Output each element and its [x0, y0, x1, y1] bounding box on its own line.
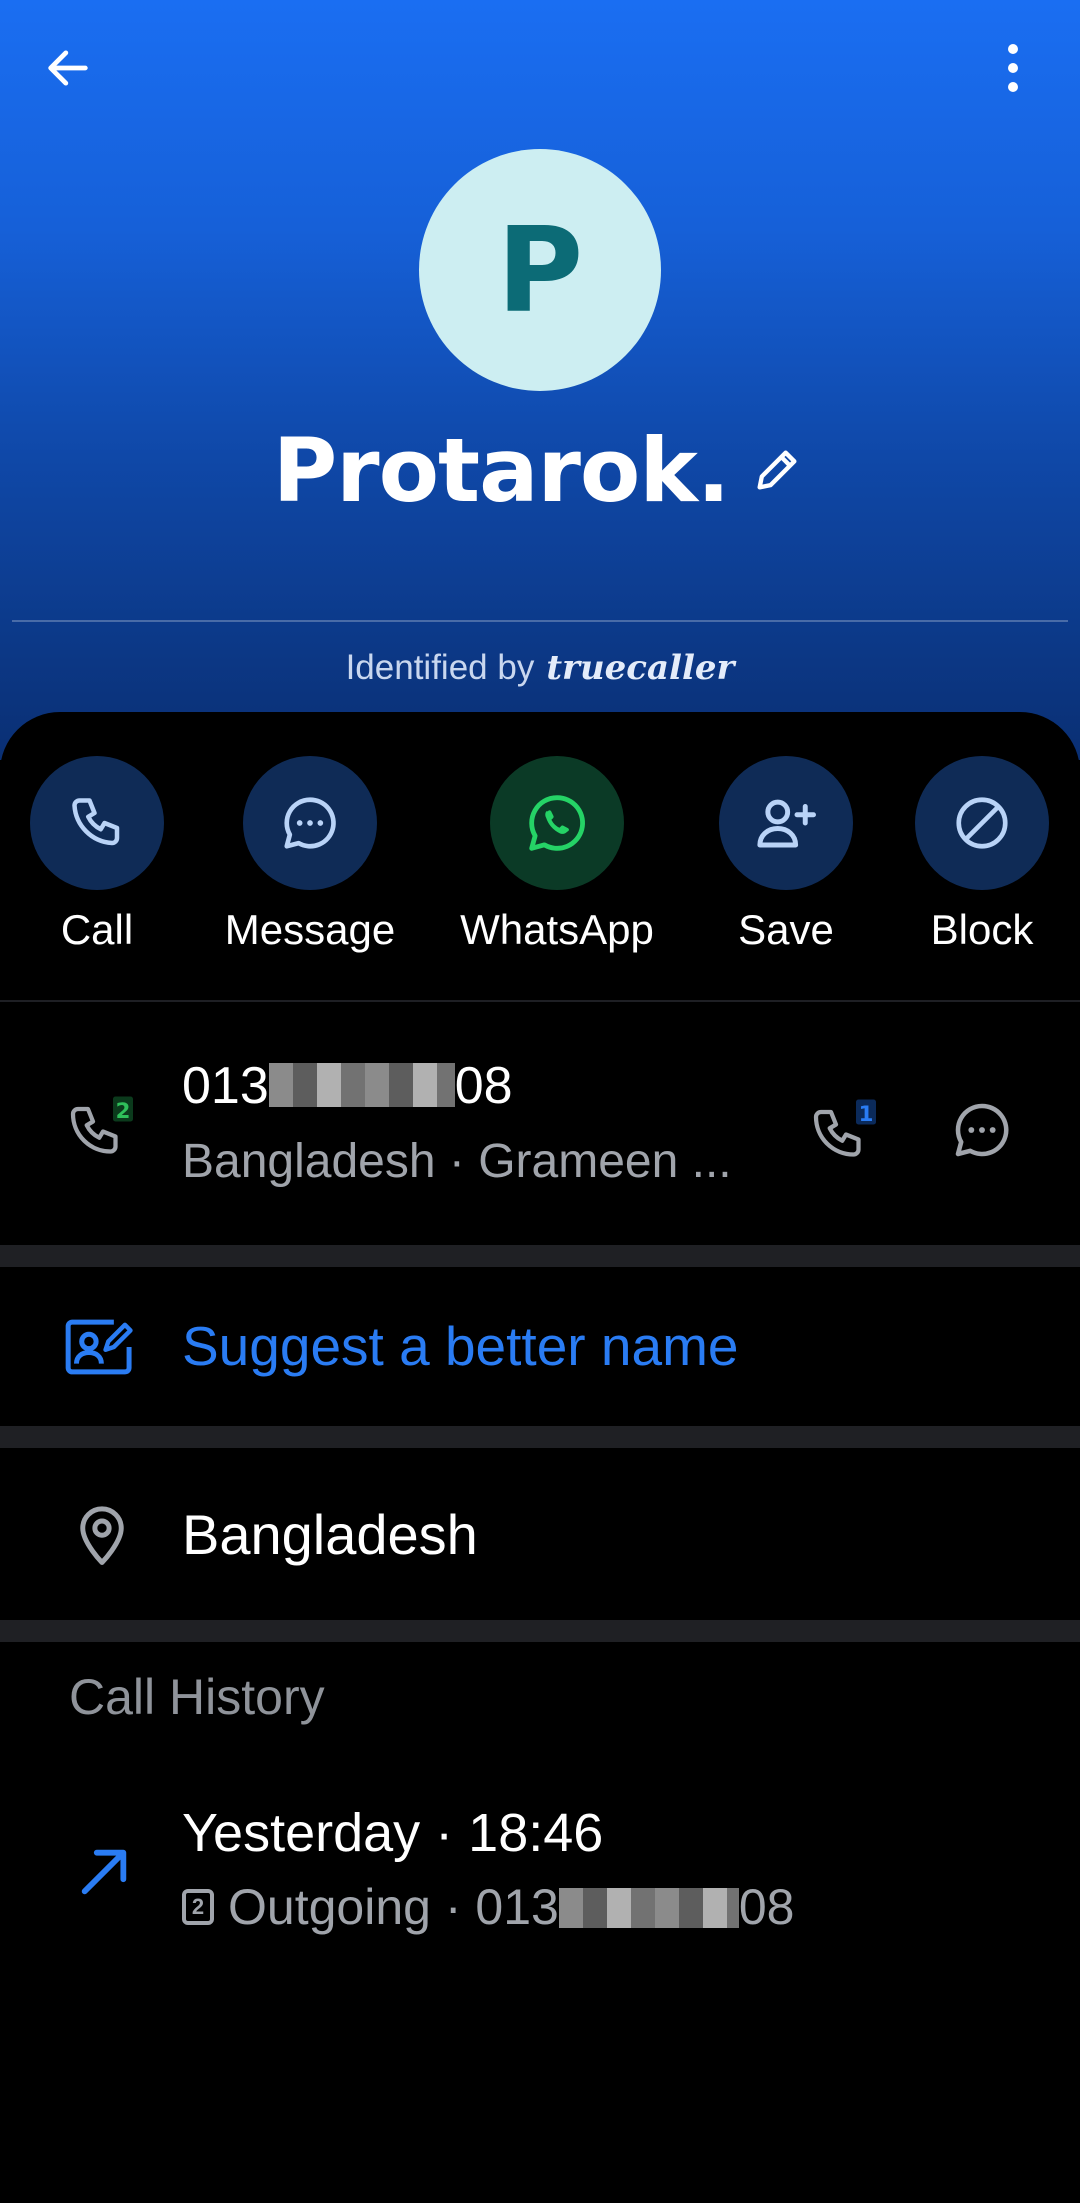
- add-person-icon: [757, 799, 816, 848]
- sim-badge-1: 1: [859, 1102, 874, 1127]
- suggest-name-label: Suggest a better name: [182, 1315, 739, 1377]
- call-separator: ·: [444, 1879, 462, 1935]
- phone-details: Bangladesh · Grameen ...: [182, 1135, 732, 1188]
- whatsapp-label: WhatsApp: [460, 906, 654, 953]
- call-type: Outgoing · 013 08: [228, 1878, 794, 1936]
- phone-sim1-icon: 1: [813, 1099, 876, 1157]
- actions-divider: [0, 1000, 1080, 1002]
- block-label: Block: [930, 906, 1034, 953]
- outgoing-call-arrow-icon: [81, 1849, 127, 1895]
- quick-actions: Call Message WhatsApp Save Block: [0, 756, 1080, 966]
- edit-name-button[interactable]: [747, 440, 807, 500]
- phone-sim2-icon: 2: [70, 1096, 133, 1154]
- sim-2-icon: 2: [182, 1889, 214, 1925]
- save-circle: [719, 756, 853, 890]
- block-icon: [956, 797, 1008, 849]
- section-divider: [0, 1426, 1080, 1448]
- message-circle: [243, 756, 377, 890]
- truecaller-logo: truecaller: [546, 648, 735, 688]
- back-arrow-icon: [48, 50, 88, 86]
- call-label: Call: [60, 906, 134, 953]
- header-divider: [12, 620, 1068, 622]
- phone-number: 013 08: [182, 1056, 513, 1116]
- message-label: Message: [224, 906, 396, 953]
- outgoing-arrow-wrap: [72, 1840, 136, 1904]
- section-divider: [0, 1245, 1080, 1267]
- section-divider: [0, 1620, 1080, 1642]
- identified-by-label: Identified by truecaller: [0, 640, 1080, 696]
- phone-number-prefix: 013: [182, 1057, 269, 1115]
- phone-number-suffix: 08: [454, 1057, 513, 1115]
- phone-icon: [72, 798, 120, 846]
- message-button[interactable]: Message: [210, 756, 410, 966]
- call-number-prefix: 013: [475, 1879, 559, 1935]
- contact-name-row: Protarok.: [0, 410, 1080, 530]
- location-row: Bangladesh: [0, 1450, 1080, 1620]
- call-details: 2 Outgoing · 013 08: [182, 1878, 794, 1936]
- call-sim1-button[interactable]: 1: [808, 1094, 884, 1170]
- redacted-digits: [268, 1063, 455, 1107]
- pencil-icon: [757, 450, 797, 490]
- call-history-item[interactable]: Yesterday · 18:46 2 Outgoing · 013 08: [0, 1780, 1080, 1960]
- chat-bubble-icon: [955, 1103, 1009, 1157]
- sim-badge-2: 2: [116, 1099, 131, 1124]
- identified-by-text: Identified by: [345, 648, 535, 687]
- call-sim2-button[interactable]: 2: [68, 1094, 138, 1164]
- redacted-digits: [558, 1888, 739, 1928]
- save-label: Save: [738, 906, 834, 953]
- more-vertical-icon: [1008, 44, 1018, 92]
- edit-contact-icon-wrap: [64, 1314, 136, 1380]
- contact-name: Protarok.: [272, 418, 731, 522]
- edit-contact-icon: [65, 1319, 133, 1375]
- save-button[interactable]: Save: [686, 756, 886, 966]
- whatsapp-button[interactable]: WhatsApp: [457, 756, 657, 966]
- block-circle: [915, 756, 1049, 890]
- avatar: P: [419, 149, 661, 391]
- call-type-label: Outgoing: [228, 1879, 431, 1935]
- call-time: Yesterday · 18:46: [182, 1803, 604, 1863]
- call-number-suffix: 08: [738, 1879, 795, 1935]
- back-button[interactable]: [30, 30, 106, 106]
- sms-button[interactable]: [944, 1092, 1020, 1168]
- avatar-initial: P: [496, 201, 584, 339]
- call-circle: [30, 756, 164, 890]
- phone-number-row[interactable]: 2 013 08 Bangladesh · Grameen ... 1: [0, 1004, 1080, 1244]
- location-pin-icon: [80, 1506, 124, 1565]
- suggest-name-row[interactable]: Suggest a better name: [0, 1270, 1080, 1424]
- location-pin-wrap: [70, 1500, 134, 1570]
- call-history-title: Call History: [69, 1669, 325, 1725]
- whatsapp-icon: [529, 795, 585, 851]
- call-button[interactable]: Call: [0, 756, 197, 966]
- chat-bubble-icon: [284, 797, 336, 849]
- block-button[interactable]: Block: [882, 756, 1080, 966]
- whatsapp-circle: [490, 756, 624, 890]
- location-label: Bangladesh: [182, 1503, 478, 1566]
- more-options-button[interactable]: [975, 30, 1051, 106]
